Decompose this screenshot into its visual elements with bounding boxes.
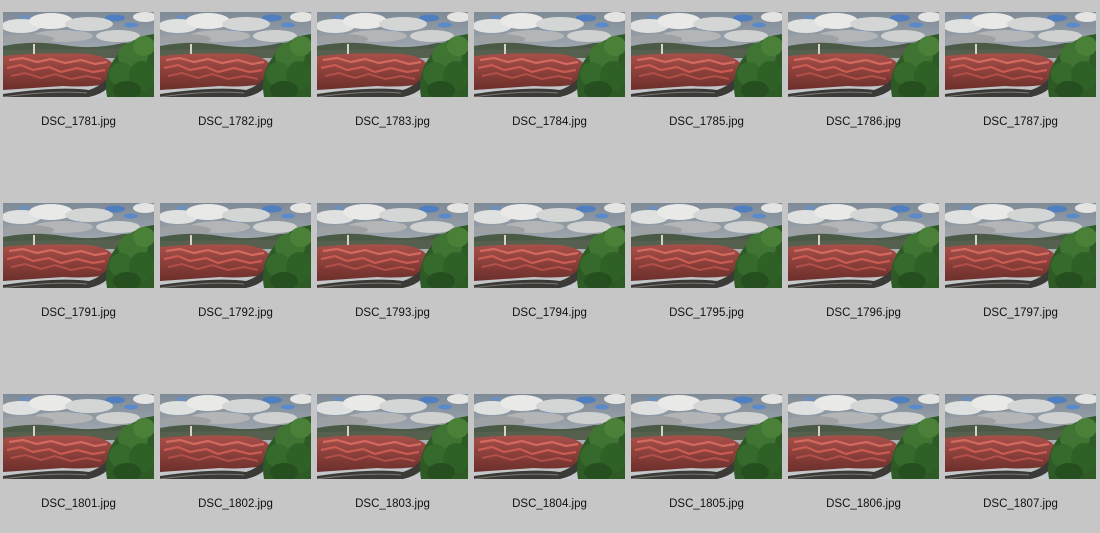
file-name-label[interactable]: DSC_1795.jpg	[631, 306, 782, 320]
file-name-label[interactable]: DSC_1786.jpg	[788, 115, 939, 129]
file-name-label[interactable]: DSC_1792.jpg	[160, 306, 311, 320]
file-thumbnail-item[interactable]: DSC_1801.jpg	[3, 394, 154, 524]
file-thumbnail-item[interactable]: DSC_1782.jpg	[160, 12, 311, 142]
file-name-label[interactable]: DSC_1781.jpg	[3, 115, 154, 129]
file-name-label[interactable]: DSC_1802.jpg	[160, 497, 311, 511]
photo-thumbnail-image[interactable]	[317, 203, 468, 288]
file-thumbnail-item[interactable]: DSC_1781.jpg	[3, 12, 154, 142]
photo-thumbnail-image[interactable]	[788, 12, 939, 97]
photo-thumbnail-image[interactable]	[631, 12, 782, 97]
file-thumbnail-item[interactable]: DSC_1797.jpg	[945, 203, 1096, 333]
file-name-label[interactable]: DSC_1801.jpg	[3, 497, 154, 511]
file-thumbnail-item[interactable]: DSC_1804.jpg	[474, 394, 625, 524]
file-thumbnail-item[interactable]: DSC_1784.jpg	[474, 12, 625, 142]
file-thumbnail-item[interactable]: DSC_1794.jpg	[474, 203, 625, 333]
file-thumbnail-item[interactable]: DSC_1786.jpg	[788, 12, 939, 142]
file-thumbnail-item[interactable]: DSC_1795.jpg	[631, 203, 782, 333]
photo-thumbnail-image[interactable]	[474, 394, 625, 479]
photo-thumbnail-image[interactable]	[788, 394, 939, 479]
photo-thumbnail-image[interactable]	[317, 394, 468, 479]
file-name-label[interactable]: DSC_1796.jpg	[788, 306, 939, 320]
photo-thumbnail-image[interactable]	[3, 12, 154, 97]
photo-thumbnail-image[interactable]	[3, 203, 154, 288]
file-name-label[interactable]: DSC_1785.jpg	[631, 115, 782, 129]
file-thumbnail-item[interactable]: DSC_1785.jpg	[631, 12, 782, 142]
file-name-label[interactable]: DSC_1806.jpg	[788, 497, 939, 511]
file-name-label[interactable]: DSC_1797.jpg	[945, 306, 1096, 320]
photo-thumbnail-image[interactable]	[945, 203, 1096, 288]
photo-thumbnail-image[interactable]	[474, 12, 625, 97]
file-name-label[interactable]: DSC_1784.jpg	[474, 115, 625, 129]
file-name-label[interactable]: DSC_1791.jpg	[3, 306, 154, 320]
photo-thumbnail-image[interactable]	[160, 394, 311, 479]
file-thumbnail-item[interactable]: DSC_1793.jpg	[317, 203, 468, 333]
file-thumbnail-item[interactable]: DSC_1802.jpg	[160, 394, 311, 524]
file-thumbnail-item[interactable]: DSC_1787.jpg	[945, 12, 1096, 142]
photo-thumbnail-image[interactable]	[160, 12, 311, 97]
thumbnail-grid: DSC_1781.jpg DSC_1782.jpg DSC_1783.jpg DSC_…	[0, 0, 1100, 533]
photo-thumbnail-image[interactable]	[317, 12, 468, 97]
photo-thumbnail-image[interactable]	[474, 203, 625, 288]
file-name-label[interactable]: DSC_1783.jpg	[317, 115, 468, 129]
photo-thumbnail-image[interactable]	[945, 394, 1096, 479]
file-thumbnail-item[interactable]: DSC_1791.jpg	[3, 203, 154, 333]
file-name-label[interactable]: DSC_1793.jpg	[317, 306, 468, 320]
photo-thumbnail-image[interactable]	[3, 394, 154, 479]
photo-thumbnail-image[interactable]	[160, 203, 311, 288]
photo-thumbnail-image[interactable]	[945, 12, 1096, 97]
file-thumbnail-item[interactable]: DSC_1807.jpg	[945, 394, 1096, 524]
file-name-label[interactable]: DSC_1787.jpg	[945, 115, 1096, 129]
file-name-label[interactable]: DSC_1782.jpg	[160, 115, 311, 129]
file-thumbnail-item[interactable]: DSC_1783.jpg	[317, 12, 468, 142]
photo-thumbnail-image[interactable]	[631, 203, 782, 288]
file-thumbnail-item[interactable]: DSC_1806.jpg	[788, 394, 939, 524]
file-thumbnail-item[interactable]: DSC_1805.jpg	[631, 394, 782, 524]
photo-thumbnail-image[interactable]	[631, 394, 782, 479]
file-name-label[interactable]: DSC_1805.jpg	[631, 497, 782, 511]
file-name-label[interactable]: DSC_1804.jpg	[474, 497, 625, 511]
file-thumbnail-item[interactable]: DSC_1792.jpg	[160, 203, 311, 333]
file-name-label[interactable]: DSC_1794.jpg	[474, 306, 625, 320]
file-name-label[interactable]: DSC_1803.jpg	[317, 497, 468, 511]
file-name-label[interactable]: DSC_1807.jpg	[945, 497, 1096, 511]
file-thumbnail-item[interactable]: DSC_1803.jpg	[317, 394, 468, 524]
file-thumbnail-item[interactable]: DSC_1796.jpg	[788, 203, 939, 333]
photo-thumbnail-image[interactable]	[788, 203, 939, 288]
